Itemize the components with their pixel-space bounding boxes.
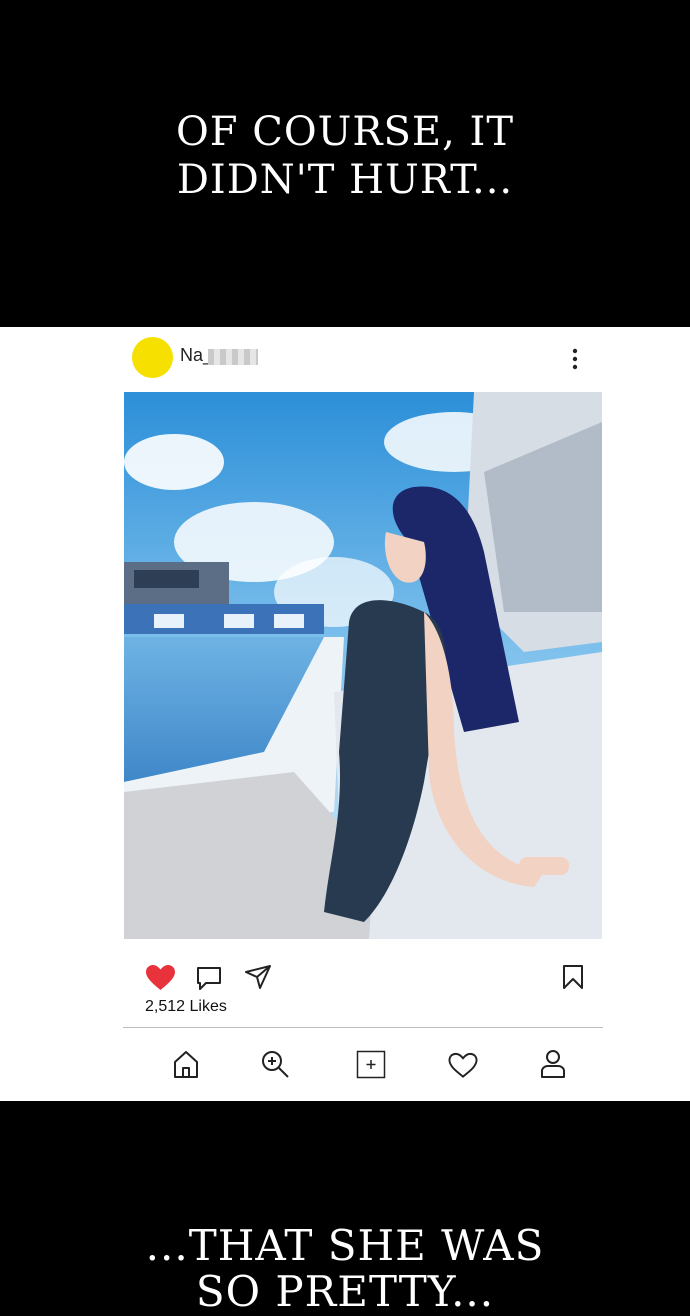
profile-icon[interactable] (540, 1049, 566, 1079)
search-icon[interactable] (260, 1049, 290, 1079)
bookmark-icon[interactable] (562, 964, 584, 990)
add-post-icon[interactable] (356, 1050, 386, 1079)
bottom-caption-line2: SO PRETTY... (195, 1267, 495, 1316)
heart-filled-icon[interactable] (145, 964, 176, 991)
pool-illustration (124, 392, 602, 939)
likes-count[interactable]: 2,512 Likes (145, 998, 227, 1016)
top-caption-line2: DIDN'T HURT... (176, 157, 514, 203)
top-caption: OF COURSE, IT DIDN'T HURT... (0, 108, 690, 204)
bottom-caption-line1: ...THAT SHE WAS (145, 1221, 545, 1270)
home-icon[interactable] (172, 1049, 200, 1079)
username-censor-blur (208, 349, 258, 365)
post-photo[interactable] (124, 392, 602, 939)
share-icon[interactable] (244, 964, 272, 990)
heart-icon[interactable] (448, 1052, 478, 1079)
avatar[interactable] (132, 337, 173, 378)
comment-icon[interactable] (196, 966, 222, 991)
more-vertical-icon[interactable] (566, 347, 584, 371)
top-caption-line1: OF COURSE, IT (176, 109, 514, 155)
divider (123, 1027, 603, 1028)
